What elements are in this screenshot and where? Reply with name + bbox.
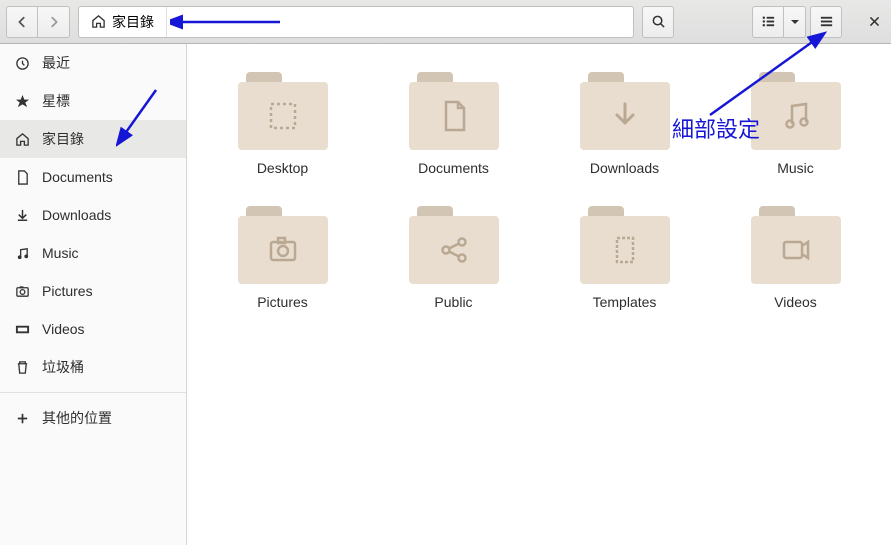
folder-desktop[interactable]: Desktop [207, 72, 358, 176]
folder-icon [751, 72, 841, 150]
star-icon [14, 94, 30, 109]
sidebar-item-label: Downloads [42, 207, 111, 223]
forward-button[interactable] [38, 6, 70, 38]
folder-templates[interactable]: Templates [549, 206, 700, 310]
sidebar-item-home[interactable]: 家目錄 [0, 120, 186, 158]
view-dropdown-button[interactable] [784, 6, 806, 38]
sidebar-item-label: 最近 [42, 53, 70, 73]
headerbar: 家目錄 [0, 0, 891, 44]
folder-label: Public [434, 294, 472, 310]
sidebar-item-downloads[interactable]: Downloads [0, 196, 186, 234]
pathbar[interactable]: 家目錄 [78, 6, 634, 38]
sidebar-item-label: 其他的位置 [42, 408, 112, 428]
sidebar-item-label: Music [42, 245, 79, 261]
video-icon [14, 322, 30, 337]
folder-label: Downloads [590, 160, 659, 176]
document-icon [14, 170, 30, 185]
home-icon [91, 14, 106, 29]
back-button[interactable] [6, 6, 38, 38]
path-segment-home[interactable]: 家目錄 [79, 7, 167, 37]
sidebar-item-starred[interactable]: 星標 [0, 82, 186, 120]
camera-icon [14, 284, 30, 299]
sidebar-item-other-locations[interactable]: 其他的位置 [0, 399, 186, 437]
folder-icon [751, 206, 841, 284]
view-buttons [752, 6, 806, 38]
folder-downloads[interactable]: Downloads [549, 72, 700, 176]
folder-icon [238, 206, 328, 284]
sidebar-item-videos[interactable]: Videos [0, 310, 186, 348]
folder-icon [580, 72, 670, 150]
clock-icon [14, 56, 30, 71]
sidebar-item-label: Videos [42, 321, 85, 337]
music-icon [14, 246, 30, 261]
sidebar-item-pictures[interactable]: Pictures [0, 272, 186, 310]
view-mode-button[interactable] [752, 6, 784, 38]
search-button[interactable] [642, 6, 674, 38]
folder-label: Pictures [257, 294, 308, 310]
hamburger-menu-button[interactable] [810, 6, 842, 38]
folder-label: Music [777, 160, 814, 176]
sidebar-item-recent[interactable]: 最近 [0, 44, 186, 82]
sidebar: 最近 星標 家目錄 Documents Downloads Music Pict… [0, 44, 187, 545]
folder-music[interactable]: Music [720, 72, 871, 176]
close-button[interactable] [864, 11, 885, 32]
folder-pictures[interactable]: Pictures [207, 206, 358, 310]
folder-public[interactable]: Public [378, 206, 529, 310]
content-area[interactable]: Desktop Documents Downloads Music Pictures Pu… [187, 44, 891, 545]
sidebar-item-label: 垃圾桶 [42, 357, 84, 377]
path-label: 家目錄 [112, 12, 154, 32]
folder-label: Templates [593, 294, 657, 310]
plus-icon [14, 411, 30, 426]
trash-icon [14, 360, 30, 375]
sidebar-separator [0, 392, 186, 393]
sidebar-item-documents[interactable]: Documents [0, 158, 186, 196]
folder-videos[interactable]: Videos [720, 206, 871, 310]
folder-icon [409, 72, 499, 150]
sidebar-item-label: 星標 [42, 91, 70, 111]
folder-label: Videos [774, 294, 817, 310]
home-icon [14, 132, 30, 147]
sidebar-item-label: Documents [42, 169, 113, 185]
folder-label: Documents [418, 160, 489, 176]
folder-documents[interactable]: Documents [378, 72, 529, 176]
folder-icon [238, 72, 328, 150]
folder-icon [580, 206, 670, 284]
folder-label: Desktop [257, 160, 308, 176]
sidebar-item-label: 家目錄 [42, 129, 84, 149]
folder-icon [409, 206, 499, 284]
nav-buttons [6, 6, 70, 38]
sidebar-item-music[interactable]: Music [0, 234, 186, 272]
download-icon [14, 208, 30, 223]
sidebar-item-label: Pictures [42, 283, 93, 299]
sidebar-item-trash[interactable]: 垃圾桶 [0, 348, 186, 386]
